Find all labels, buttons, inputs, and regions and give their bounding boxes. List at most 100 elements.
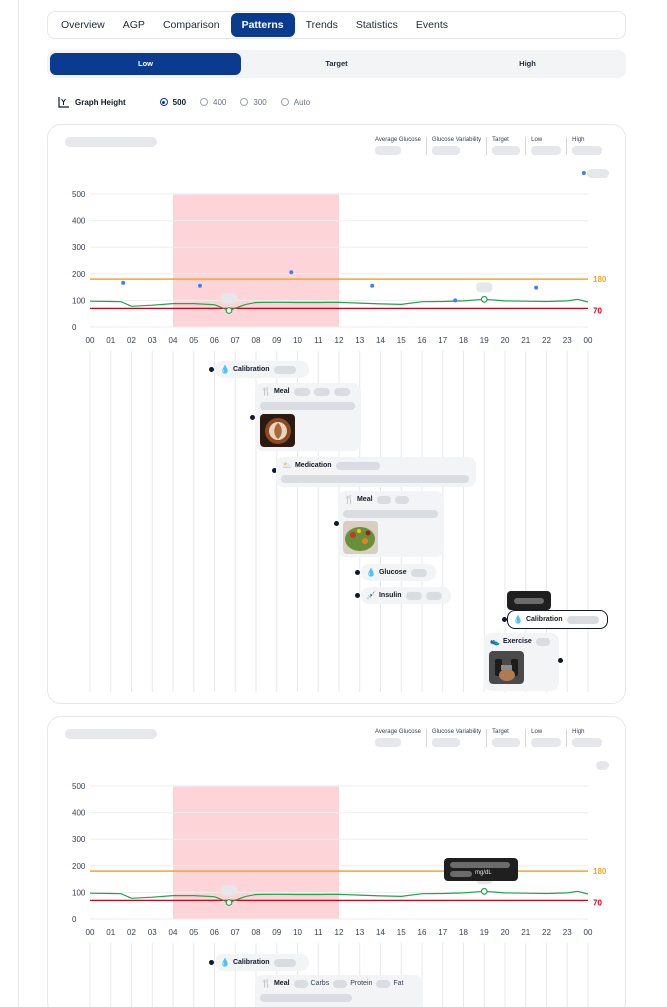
reading-point [289, 270, 294, 275]
reading-point [534, 285, 539, 290]
y-tick-label: 0 [72, 915, 77, 924]
y-tick-label: 100 [72, 888, 86, 897]
reading-point [453, 298, 458, 303]
tab-patterns[interactable]: Patterns [230, 13, 295, 37]
x-tick-label: 21 [521, 928, 530, 937]
x-tick-label: 22 [542, 928, 551, 937]
range-segmented-control: Low Target High [47, 50, 626, 78]
graph-height-radio-300[interactable]: 300 [240, 98, 267, 107]
x-tick-label: 02 [127, 928, 136, 937]
reading-point [581, 171, 586, 175]
y-tick-label: 0 [72, 323, 77, 332]
x-tick-label: 10 [293, 928, 302, 937]
event-meal-card[interactable]: 🍴 Meal [255, 383, 361, 451]
x-tick-label: 04 [169, 928, 178, 937]
x-tick-label: 08 [252, 336, 261, 345]
x-tick-label: 23 [563, 928, 572, 937]
event-medication-card[interactable]: 🌥️ Medication [276, 457, 476, 487]
x-tick-label: 07 [231, 928, 240, 937]
x-tick-label: 22 [542, 336, 551, 345]
x-tick-label: 08 [252, 928, 261, 937]
graph-height-radio-400[interactable]: 400 [200, 98, 226, 107]
tab-trends[interactable]: Trends [297, 13, 347, 37]
y-tick-label: 500 [72, 190, 86, 199]
x-tick-label: 13 [355, 928, 364, 937]
event-calibration[interactable]: 💧 Calibration [215, 954, 309, 971]
x-tick-label: 15 [397, 336, 406, 345]
marker-label-placeholder [221, 885, 238, 896]
event-exercise-card[interactable]: 👟 Exercise [484, 633, 559, 691]
fork-knife-icon: 🍴 [344, 495, 354, 504]
axis-chart-icon [58, 97, 69, 108]
high-threshold-label: 180 [593, 275, 607, 284]
glucose-marker [225, 899, 233, 906]
event-calibration[interactable]: 💧 Calibration [215, 361, 309, 378]
tab-comparison[interactable]: Comparison [154, 13, 229, 37]
high-threshold-label: 180 [593, 867, 607, 876]
y-tick-label: 200 [72, 270, 86, 279]
x-tick-label: 06 [210, 928, 219, 937]
event-dot [209, 367, 214, 372]
reading-point [121, 280, 126, 285]
event-glucose[interactable]: 💧 Glucose [361, 564, 436, 581]
syringe-icon: 💉 [366, 591, 376, 600]
x-tick-label: 15 [397, 928, 406, 937]
x-tick-label: 01 [106, 928, 115, 937]
tab-statistics[interactable]: Statistics [347, 13, 407, 37]
x-tick-label: 00 [584, 928, 593, 937]
event-dot [355, 593, 360, 598]
x-tick-label: 06 [210, 336, 219, 345]
x-tick-label: 11 [314, 928, 323, 937]
x-tick-label: 00 [86, 928, 95, 937]
tab-overview[interactable]: Overview [52, 13, 114, 37]
event-dot [558, 658, 563, 663]
x-tick-label: 05 [189, 928, 198, 937]
x-tick-label: 23 [563, 336, 572, 345]
droplet-hand-icon: 💧 [220, 958, 230, 967]
y-tick-label: 100 [72, 296, 86, 305]
graph-height-row: Graph Height 500 400 300 Auto [58, 95, 324, 109]
segment-target[interactable]: Target [241, 53, 432, 75]
segment-high[interactable]: High [432, 53, 623, 75]
event-hover-tooltip [507, 591, 551, 610]
event-dot [334, 521, 339, 526]
x-tick-label: 18 [459, 336, 468, 345]
event-meal-card[interactable]: 🍴 Meal [338, 491, 444, 557]
sneaker-icon: 👟 [490, 637, 500, 646]
x-tick-label: 16 [418, 928, 427, 937]
event-dot [209, 960, 214, 965]
y-tick-label: 200 [72, 862, 86, 871]
x-tick-label: 19 [480, 928, 489, 937]
graph-height-radio-500[interactable]: 500 [159, 98, 186, 107]
event-insulin[interactable]: 💉 Insulin [361, 587, 451, 604]
glucose-marker [480, 887, 488, 895]
tab-agp[interactable]: AGP [114, 13, 154, 37]
x-tick-label: 18 [459, 928, 468, 937]
event-calibration-selected[interactable]: 💧 Calibration [507, 610, 608, 629]
event-meal-card[interactable]: 🍴 Meal Carbs Protein Fat [255, 975, 423, 1007]
tab-events[interactable]: Events [407, 13, 457, 37]
x-tick-label: 17 [438, 336, 447, 345]
graph-height-radio-auto[interactable]: Auto [280, 98, 310, 107]
x-tick-label: 17 [438, 928, 447, 937]
left-frame-border [18, 0, 19, 1007]
pattern-card: Average Glucose Glucose Variability Targ… [47, 124, 626, 704]
x-tick-label: 04 [169, 336, 178, 345]
marker-label-placeholder [476, 282, 493, 293]
x-tick-label: 05 [189, 336, 198, 345]
glucose-tooltip: mg/dL [444, 858, 518, 881]
x-tick-label: 09 [272, 928, 281, 937]
droplet-hand-icon: 💧 [513, 615, 523, 624]
segment-low[interactable]: Low [50, 53, 241, 75]
low-period-band [173, 786, 339, 919]
x-tick-label: 02 [127, 336, 136, 345]
x-tick-label: 12 [335, 336, 344, 345]
y-tick-label: 300 [72, 243, 86, 252]
glucose-marker [480, 295, 488, 303]
x-tick-label: 13 [355, 336, 364, 345]
exercise-photo-dumbbell [489, 651, 524, 684]
low-threshold-label: 70 [593, 898, 602, 907]
x-tick-label: 03 [148, 336, 157, 345]
glucose-pattern-chart: 500400300200100000 01 02 03 04 05 06 07 08 09 10 11… [72, 782, 607, 1007]
reading-point [370, 283, 375, 288]
